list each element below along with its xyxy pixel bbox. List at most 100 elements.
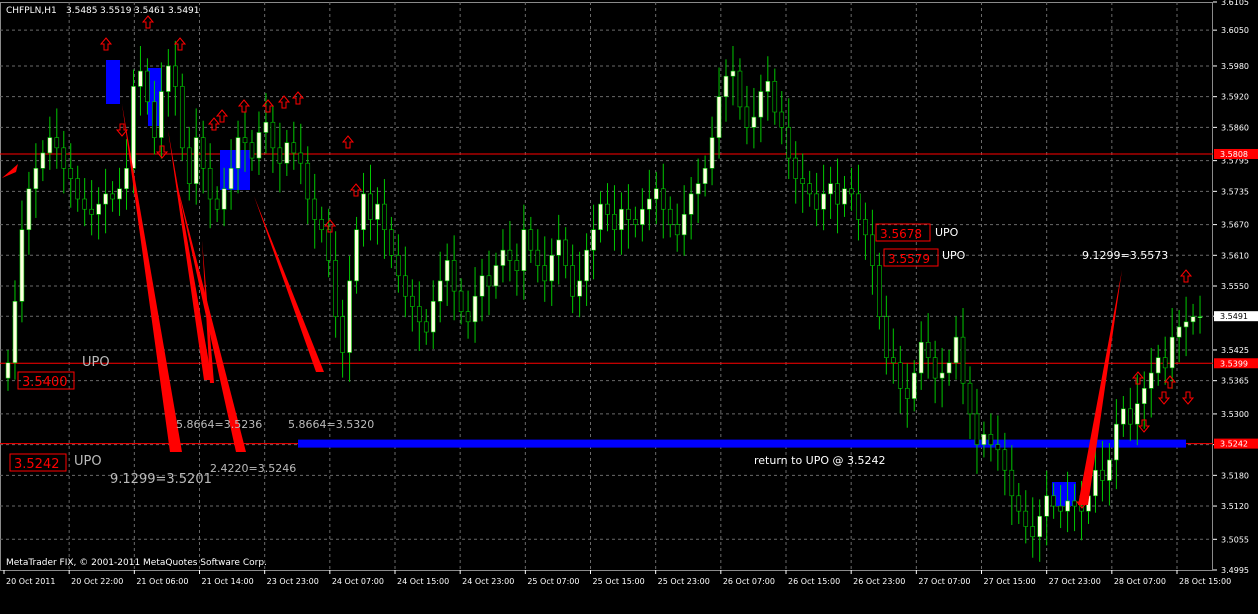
y-tick-label: 3.5425 [1221, 346, 1249, 355]
annotation-5.8664-b: 5.8664=3.5320 [288, 418, 374, 431]
candle-body [667, 208, 673, 225]
candle-body [103, 193, 108, 205]
candle-body [124, 168, 129, 190]
candle-body [1162, 357, 1168, 369]
candle-body [835, 183, 840, 205]
y-tick-label: 3.5365 [1221, 377, 1249, 386]
candle-body [61, 147, 67, 169]
candle-body [375, 203, 380, 220]
candle-body [117, 188, 122, 200]
candle-body [688, 193, 694, 215]
candle-body [1107, 459, 1112, 481]
candle-body [291, 142, 297, 154]
candle-body [737, 70, 743, 108]
candle-body [939, 372, 945, 379]
candle-body [228, 168, 234, 190]
candle-body [605, 203, 610, 215]
candle-body [242, 137, 248, 144]
annotation-upo-2: UPO [74, 454, 102, 469]
candle-body [849, 188, 854, 195]
candle-body [584, 249, 589, 282]
candle-body [207, 168, 213, 200]
candle-body [403, 275, 408, 297]
y-tick-label: 3.6050 [1221, 26, 1249, 35]
candle-body [145, 70, 150, 103]
candle-body [33, 168, 39, 190]
y-tick-label: 3.5860 [1221, 123, 1249, 132]
candle-body [382, 203, 387, 231]
x-tick-label: 28 Oct 07:00 [1114, 577, 1166, 586]
annotation-price-3.5678: 3.5678 [880, 227, 922, 241]
candle-body [416, 306, 422, 323]
candle-body [925, 341, 931, 358]
y-tick-label: 3.5920 [1221, 93, 1249, 102]
candle-body [507, 249, 513, 261]
candle-body [1030, 526, 1036, 538]
candle-body [270, 121, 276, 149]
up-arrow-icon [341, 135, 355, 149]
candle-body [570, 265, 575, 297]
candle-body [744, 106, 750, 128]
candle-body [528, 229, 534, 251]
candle-body [800, 178, 805, 184]
down-arrow-icon [1181, 391, 1195, 405]
candle-body [904, 388, 910, 399]
candle-body [1121, 408, 1126, 425]
projection-line [122, 104, 182, 452]
candle-body [326, 229, 331, 261]
up-arrow-icon [237, 99, 251, 113]
up-arrow-icon [173, 37, 187, 51]
x-tick-label: 26 Oct 15:00 [788, 577, 840, 586]
x-tick-label: 20 Oct 22:00 [71, 577, 123, 586]
x-tick-label: 24 Oct 15:00 [397, 577, 449, 586]
candle-body [465, 311, 471, 323]
candle-body [918, 341, 924, 374]
candle-body [751, 116, 757, 128]
candle-body [702, 168, 708, 184]
candle-body [716, 96, 722, 138]
candle-body [256, 132, 262, 159]
candle-body [1141, 388, 1147, 404]
x-tick-label: 21 Oct 14:00 [202, 577, 254, 586]
candle-body [305, 162, 311, 200]
up-arrow-icon [277, 95, 291, 109]
candle-body [319, 219, 324, 231]
candle-body [152, 101, 157, 138]
candlestick-chart: CHFPLN,H1 3.5485 3.5519 3.5461 3.5491 UP… [0, 0, 1258, 614]
candle-body [821, 193, 826, 210]
up-arrow-icon [1179, 269, 1193, 283]
candle-body [619, 208, 624, 231]
up-arrow-icon [1163, 375, 1177, 389]
candle-body [946, 362, 952, 374]
y-tick-label: 3.5300 [1221, 410, 1249, 419]
up-arrow-icon [349, 183, 363, 197]
candle-body [179, 86, 185, 149]
candle-body [1037, 515, 1042, 538]
annotation-price-3.5579: 3.5579 [888, 252, 930, 266]
candle-body [730, 70, 736, 77]
candle-body [1016, 495, 1022, 512]
supply-box-1 [106, 60, 120, 104]
candle-body [68, 168, 74, 179]
candle-body [458, 290, 464, 312]
candle-body [96, 203, 101, 215]
candle-body [1100, 469, 1105, 481]
candle-body [396, 254, 401, 277]
candle-body [772, 81, 778, 113]
x-tick-label: 20 Oct 2011 [6, 577, 55, 586]
candle-body [897, 362, 903, 389]
candle-body [647, 198, 652, 210]
candle-body [1134, 403, 1140, 425]
candle-body [612, 214, 617, 231]
candle-body [1023, 510, 1029, 527]
candle-body [312, 198, 318, 220]
ohlc-close: 3.5491 [168, 6, 200, 16]
chart-canvas: CHFPLN,H1 3.5485 3.5519 3.5461 3.5491 UP… [0, 0, 1258, 586]
candle-body [110, 193, 115, 200]
candle-body [709, 137, 715, 169]
candle-body [535, 249, 541, 266]
x-tick-label: 25 Oct 07:00 [527, 577, 579, 586]
candle-body [591, 229, 596, 251]
candle-body [660, 188, 666, 210]
annotation-9.1299-b: 9.1299=3.5573 [1082, 249, 1168, 262]
